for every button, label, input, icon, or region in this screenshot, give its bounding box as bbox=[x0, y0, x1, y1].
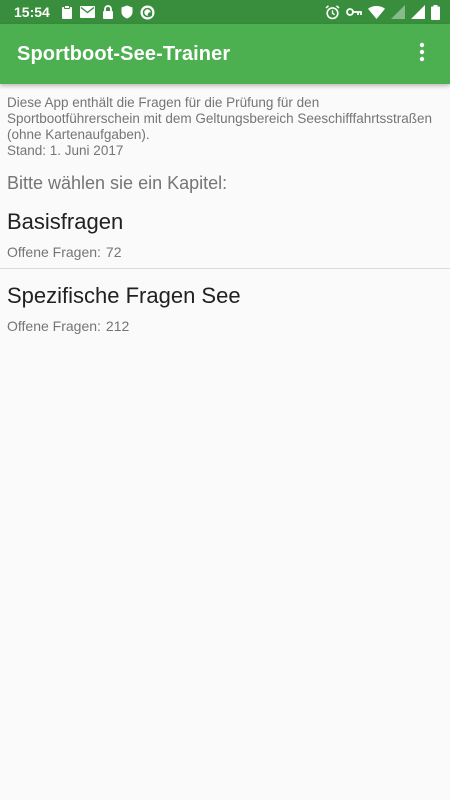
status-left: 15:54 bbox=[14, 4, 155, 20]
open-questions-count: 72 bbox=[105, 244, 122, 260]
alarm-icon bbox=[325, 4, 340, 20]
mail-icon bbox=[79, 6, 95, 18]
intro-text: Diese App enthält die Fragen für die Prü… bbox=[7, 95, 432, 142]
signal-icon bbox=[391, 5, 405, 19]
status-right bbox=[325, 4, 440, 20]
screen: 15:54 Sportboot-See-Trainer Diese App en… bbox=[0, 0, 450, 800]
signal-icon bbox=[411, 5, 425, 19]
overflow-menu-button[interactable] bbox=[398, 30, 446, 78]
chapter-item-spezifische-fragen-see[interactable]: Spezifische Fragen See Offene Fragen: 212 bbox=[0, 283, 450, 334]
status-bar: 15:54 bbox=[0, 0, 450, 24]
open-questions-count: 212 bbox=[105, 318, 130, 334]
app-bar: Sportboot-See-Trainer bbox=[0, 24, 450, 84]
chapter-title: Basisfragen bbox=[7, 209, 124, 234]
intro-date: Stand: 1. Juni 2017 bbox=[7, 143, 124, 158]
status-time: 15:54 bbox=[14, 4, 50, 20]
shield-icon bbox=[121, 5, 133, 19]
vpn-key-icon bbox=[346, 7, 362, 17]
battery-icon bbox=[431, 4, 440, 20]
chapter-prompt: Bitte wählen sie ein Kapitel: bbox=[7, 173, 228, 193]
more-vert-icon bbox=[419, 42, 425, 67]
chapter-title: Spezifische Fragen See bbox=[7, 283, 241, 308]
chapter-item-basisfragen[interactable]: Basisfragen Offene Fragen: 72 bbox=[0, 209, 450, 269]
open-questions-label: Offene Fragen: bbox=[7, 244, 101, 260]
lock-icon bbox=[102, 5, 114, 19]
sync-app-icon bbox=[140, 5, 155, 20]
open-questions-label: Offene Fragen: bbox=[7, 318, 101, 334]
intro: Diese App enthält die Fragen für die Prü… bbox=[0, 84, 450, 159]
chapter-open-questions: Offene Fragen: 72 bbox=[7, 244, 443, 260]
content: Diese App enthält die Fragen für die Prü… bbox=[0, 84, 450, 334]
wifi-icon bbox=[368, 5, 385, 19]
app-title: Sportboot-See-Trainer bbox=[17, 42, 231, 65]
clipboard-icon bbox=[61, 5, 73, 19]
chapter-open-questions: Offene Fragen: 212 bbox=[7, 318, 443, 334]
